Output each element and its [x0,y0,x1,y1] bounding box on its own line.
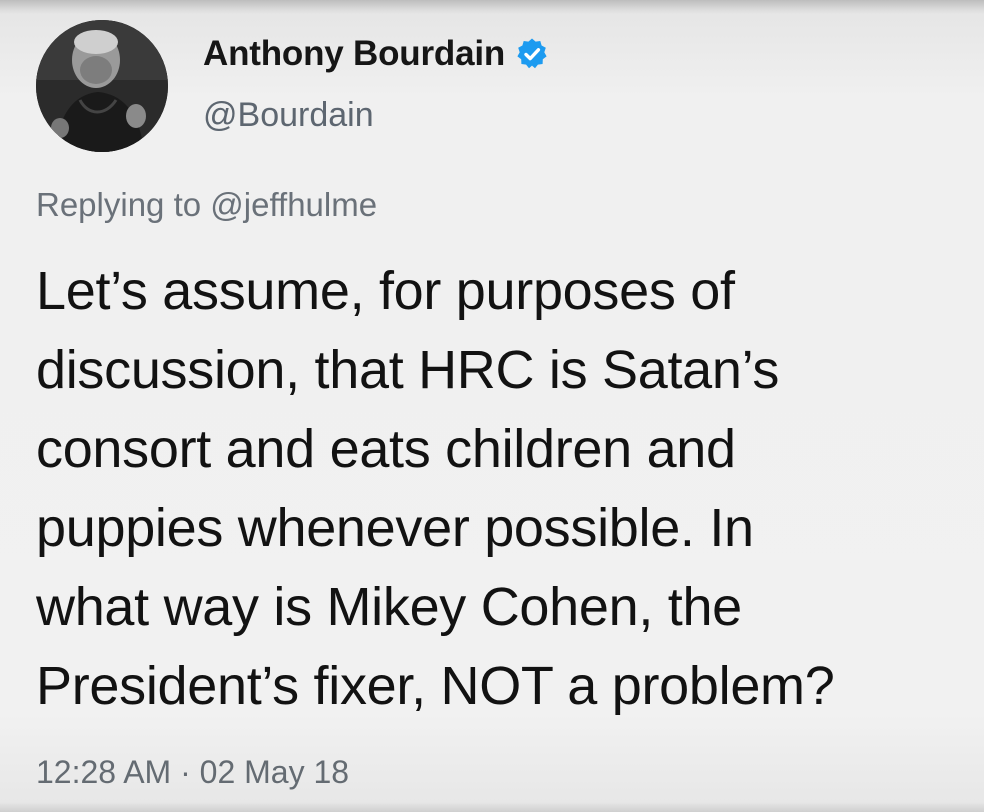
tweet-text-line: discussion, that HRC is Satan’s [36,340,780,400]
author-name[interactable]: Anthony Bourdain [203,34,505,74]
tweet-text-line: what way is Mikey Cohen, the [36,577,742,637]
author-name-row: Anthony Bourdain [203,34,549,74]
replying-to-mention[interactable]: @jeffhulme [210,186,377,223]
tweet-screenshot: Anthony Bourdain @Bourdain Replying to @… [0,0,984,812]
tweet-text-line: consort and eats children and [36,419,736,479]
tweet-text: Let’s assume, for purposes of discussion… [36,252,966,726]
verified-badge-icon [515,37,549,71]
tweet-timestamp[interactable]: 12:28 AM · 02 May 18 [36,754,349,791]
author-handle[interactable]: @Bourdain [203,96,374,135]
avatar[interactable] [36,20,168,152]
bottom-edge [0,802,984,812]
tweet-text-line: puppies whenever possible. In [36,498,754,558]
top-edge [0,0,984,14]
tweet-text-line: Let’s assume, for purposes of [36,261,735,321]
replying-to: Replying to @jeffhulme [36,186,377,224]
replying-to-label: Replying to [36,186,202,223]
tweet-text-line: President’s fixer, NOT a problem? [36,656,835,716]
